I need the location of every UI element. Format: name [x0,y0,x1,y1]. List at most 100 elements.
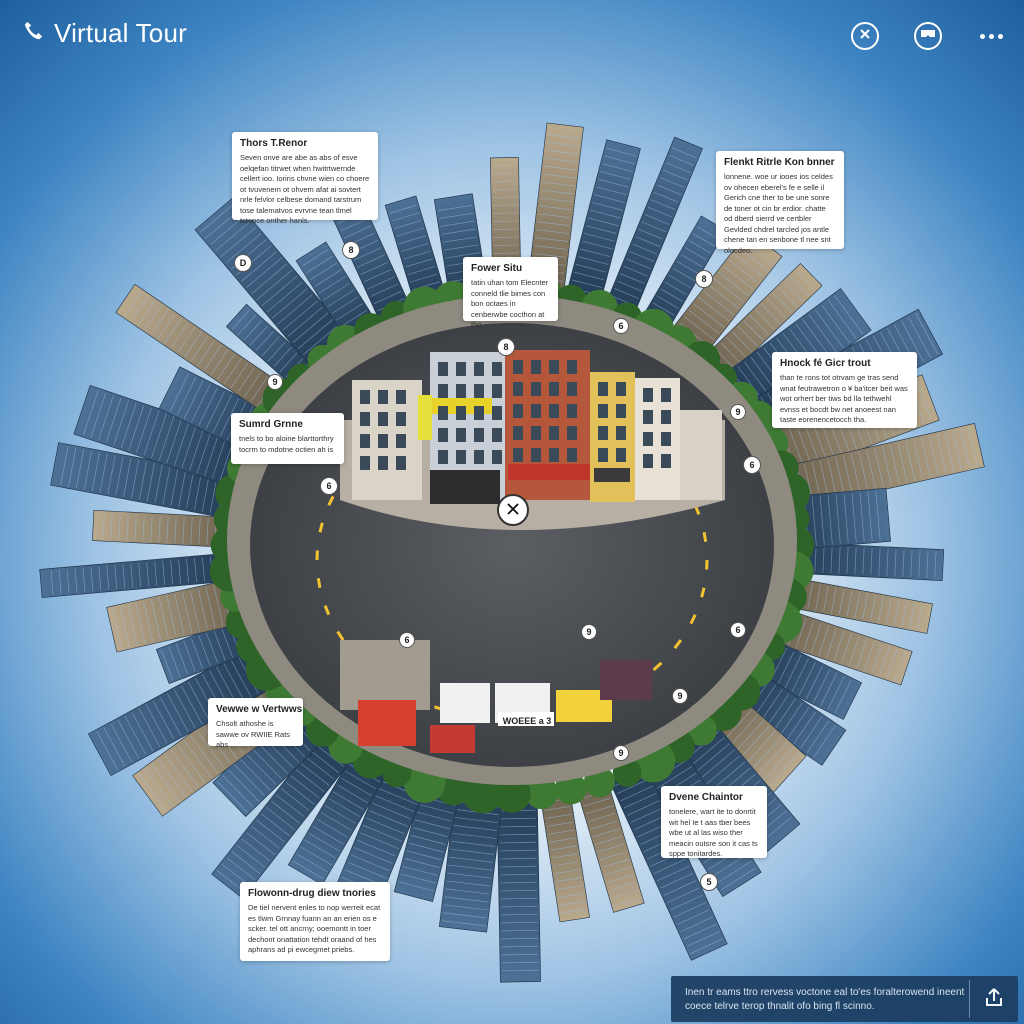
more-icon-dot [997,33,1003,39]
app-title: Virtual Tour [54,18,187,48]
hotspot-pin[interactable]: 6 [743,456,761,474]
window [531,404,541,418]
hotspot-card[interactable]: Thors T.Renor Seven onve are abe as abs … [232,132,378,225]
window [531,448,541,462]
window [616,448,626,462]
hotspot-card[interactable]: Sumrd Grnne tnels to bo aloine blarttort… [231,413,344,464]
skyscraper [496,793,541,983]
window [396,390,406,404]
window [549,404,559,418]
window [567,426,577,440]
window [513,426,523,440]
pin-label: 6 [735,625,741,635]
share-button[interactable] [980,985,1008,1013]
window [492,428,502,442]
more-menu-button[interactable] [974,22,1008,50]
window [378,434,388,448]
window [616,426,626,440]
window [396,434,406,448]
footer-text: Inen tr eams ttro rervess voctone eal to… [685,987,965,1012]
hotspot-pin[interactable]: 5 [700,873,718,891]
footer-divider [969,980,970,1018]
info-footer: Inen tr eams ttro rervess voctone eal to… [671,976,1018,1022]
window [396,412,406,426]
hotspot-body: De tiel nervent enles to nop werreit eca… [248,903,381,954]
map-pin[interactable]: 9 [672,688,688,704]
window [438,450,448,464]
map-pin[interactable]: 9 [581,624,597,640]
vr-mode-button[interactable] [914,22,942,50]
window [643,454,653,468]
window [549,382,559,396]
map-pin[interactable]: 9 [730,404,746,420]
window [513,360,523,374]
window [616,382,626,396]
window [360,434,370,448]
hotspot-title: Flowonn-drug diew tnories [248,888,376,899]
hotspot-title: Fower Situ [471,263,523,274]
map-pin[interactable]: 9 [267,374,283,390]
window [438,384,448,398]
lane-marking [702,531,708,542]
window [474,450,484,464]
hotspot-pin[interactable]: 6 [320,477,338,495]
hotspot-title: Dvene Chaintor [669,792,743,803]
window [360,456,370,470]
hotspot-card[interactable]: Dvene Chaintor tonelere, wart ite to don… [661,786,767,858]
pin-label: 5 [706,877,712,887]
hotspot-card[interactable]: Flenkt Ritrle Kon bnner lonnene. woe ur … [716,151,844,255]
window [378,456,388,470]
window [661,432,671,446]
window [456,428,466,442]
close-icon [506,500,520,521]
window [531,426,541,440]
pin-label: 9 [618,748,624,758]
window [661,454,671,468]
window [492,406,502,420]
map-pin[interactable]: 6 [613,318,629,334]
window [438,362,448,376]
window [567,448,577,462]
window [549,426,559,440]
hotspot-card[interactable]: Hnock fé Gicr trout than te rons tot otr… [772,352,917,428]
hotspot-card[interactable]: Fower Situ tatin uhan tom Elecnter conne… [463,257,558,329]
hotspot-pin[interactable]: 8 [695,270,713,288]
hotspot-title: Sumrd Grnne [239,419,303,430]
window [492,450,502,464]
window [456,406,466,420]
window [661,410,671,424]
map-pin[interactable]: 6 [399,632,415,648]
hotspot-body: Chsolt athoshe is sawwe ov RWIIE Rats ab… [216,719,291,749]
hotspot-card[interactable]: Vewwe w Vertwws Chsolt athoshe is sawwe … [208,698,303,749]
window [549,360,559,374]
app-brand: Virtual Tour [22,18,187,49]
more-icon-dot [979,33,985,39]
window [616,404,626,418]
hotspot-body: tatin uhan tom Elecnter conneld tlie bim… [471,278,549,329]
window [531,382,541,396]
hotspot-card[interactable]: Flowonn-drug diew tnories De tiel nerven… [240,882,390,961]
map-pin[interactable]: 9 [613,745,629,761]
pin-label: 6 [749,460,755,470]
phone-icon [22,20,44,47]
hotspot-title: Vewwe w Vertwws [216,704,303,715]
top-bar: Virtual Tour [0,0,1024,70]
window [567,382,577,396]
pin-label: 9 [586,627,592,637]
pin-label: 8 [348,245,354,255]
window [360,390,370,404]
window [598,426,608,440]
hotspot-pin[interactable]: 8 [342,241,360,259]
window [474,406,484,420]
pin-label: 6 [404,635,410,645]
hotspot-pin[interactable]: D [234,254,252,272]
hotspot-pin[interactable]: 8 [497,338,515,356]
share-up-icon [983,986,1005,1013]
window [456,384,466,398]
close-circle-button[interactable] [851,22,879,50]
window [474,362,484,376]
vr-headset-icon [920,27,936,45]
center-hotspot-button[interactable] [497,494,529,526]
window [438,428,448,442]
map-pin[interactable]: 6 [730,622,746,638]
